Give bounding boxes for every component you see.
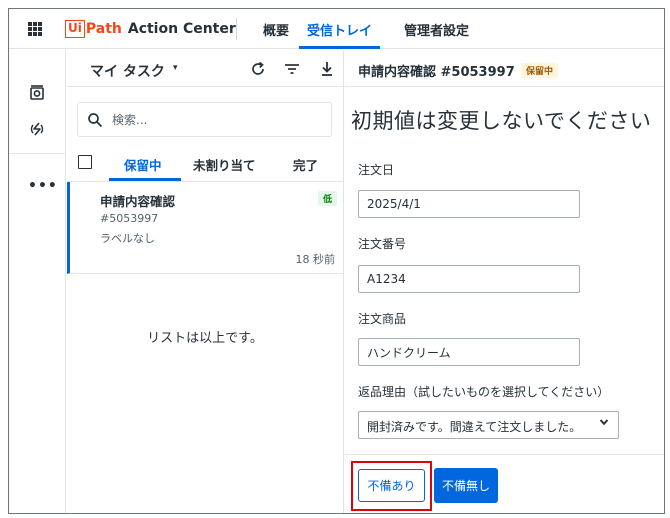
search-box (77, 102, 332, 137)
order-number-field[interactable] (358, 265, 580, 293)
detail-header: 申請内容確認 #5053997 保留中 (345, 50, 664, 87)
logo-ui-mark: Ui (65, 20, 85, 38)
logo-path-text: Path (85, 21, 122, 37)
tab-pending[interactable]: 保留中 (124, 155, 162, 174)
header-divider (236, 18, 237, 40)
end-of-list-text: リストは以上です。 (147, 331, 263, 346)
return-reason-label: 返品理由（試したいものを選択してください） (358, 385, 610, 399)
return-reason-value: 開封済みです。間違えて注文しました。 (367, 420, 582, 434)
select-all-checkbox[interactable] (78, 155, 92, 169)
order-number-label: 注文番号 (358, 237, 407, 251)
highlight-box (351, 461, 432, 511)
app-launcher-icon[interactable] (28, 22, 42, 36)
no-defect-button[interactable]: 不備無し (434, 468, 498, 503)
rail-divider (9, 153, 66, 154)
task-label: ラベルなし (100, 232, 155, 245)
chevron-down-icon (599, 417, 609, 430)
task-id: #5053997 (100, 212, 159, 225)
task-detail-panel: 申請内容確認 #5053997 保留中 初期値は変更しないでください 注文日 注… (345, 50, 664, 513)
tab-unassigned[interactable]: 未割り当て (193, 155, 256, 174)
task-title: 申請内容確認 (100, 194, 176, 209)
order-product-label: 注文商品 (358, 312, 407, 326)
order-date-field[interactable] (358, 190, 580, 218)
chevron-down-icon[interactable]: ▾ (173, 63, 178, 73)
task-card[interactable]: 申請内容確認 低 #5053997 ラベルなし 18 秒前 (67, 182, 343, 274)
tab-inbox[interactable]: 受信トレイ (299, 20, 381, 49)
download-icon[interactable] (318, 60, 336, 78)
filter-icon[interactable] (283, 60, 301, 78)
form-title: 初期値は変更しないでください (351, 109, 652, 133)
more-icon[interactable]: ••• (28, 178, 58, 194)
status-badge: 保留中 (521, 63, 559, 78)
my-tasks-dropdown[interactable]: マイ タスク (90, 61, 165, 81)
search-input[interactable] (112, 109, 322, 131)
uipath-logo: Ui Path Action Center (65, 19, 236, 39)
tab-completed[interactable]: 完了 (293, 155, 318, 174)
left-rail: ••• (9, 50, 66, 513)
return-reason-select[interactable]: 開封済みです。間違えて注文しました。 (358, 411, 619, 439)
tab-overview[interactable]: 概要 (263, 20, 289, 49)
order-product-field[interactable] (358, 338, 580, 366)
order-date-label: 注文日 (358, 163, 395, 177)
app-window: Ui Path Action Center 概要 受信トレイ 管理者設定 •••… (8, 8, 665, 514)
processes-icon[interactable] (28, 120, 46, 138)
detail-title: 申請内容確認 #5053997 (358, 65, 515, 80)
task-list-panel: マイ タスク ▾ 保留中 (67, 50, 344, 513)
tasks-icon[interactable] (28, 84, 46, 102)
app-name: Action Center (127, 21, 236, 37)
search-icon (88, 113, 103, 128)
tab-admin-settings[interactable]: 管理者設定 (404, 20, 469, 49)
form-divider (345, 454, 664, 455)
task-time: 18 秒前 (295, 253, 336, 266)
refresh-icon[interactable] (249, 60, 267, 78)
priority-badge: 低 (317, 191, 337, 206)
task-list-header: マイ タスク ▾ (67, 50, 343, 87)
top-bar: Ui Path Action Center 概要 受信トレイ 管理者設定 (9, 9, 664, 49)
